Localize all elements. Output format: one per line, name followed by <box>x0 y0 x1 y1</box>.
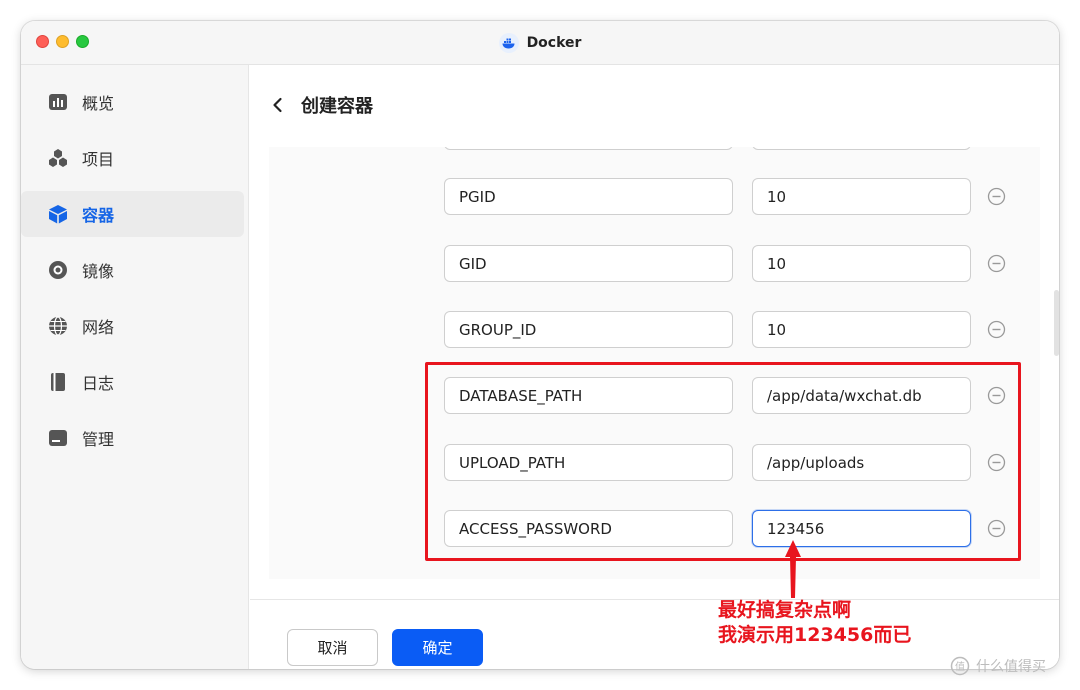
image-disc-icon <box>49 261 67 279</box>
env-row: DATABASE_PATH /app/data/wxchat.db <box>269 377 1040 414</box>
env-key-input[interactable]: GROUP_ID <box>444 311 733 348</box>
annotation-line-1: 最好搞复杂点啊 <box>718 599 852 621</box>
sidebar-item-overview[interactable]: 概览 <box>21 79 244 125</box>
annotation-line-2: 我演示用123456而已 <box>718 624 912 646</box>
chevron-left-icon[interactable] <box>269 96 287 114</box>
env-variables-list[interactable]: PGID 10 GID 10 GROUP_ID 10 DATABASE_PATH… <box>269 147 1040 579</box>
sidebar: 概览 项目 容器 镜像 网络 日志 管理 <box>21 65 249 669</box>
log-book-icon <box>51 373 65 391</box>
manage-drive-icon <box>49 430 67 446</box>
app-title-text: Docker <box>526 35 582 51</box>
page-header: 创建容器 <box>250 65 1059 145</box>
partial-value-field[interactable] <box>752 147 971 150</box>
overview-chart-icon <box>49 94 67 110</box>
sidebar-item-image[interactable]: 镜像 <box>21 247 244 293</box>
remove-circle-icon[interactable] <box>987 519 1006 538</box>
annotation-arrow-icon <box>785 540 801 598</box>
env-row: GID 10 <box>269 245 1040 282</box>
remove-circle-icon[interactable] <box>987 320 1006 339</box>
watermark: 值 什么值得买 <box>950 656 1046 676</box>
env-row: ACCESS_PASSWORD 123456 <box>269 510 1040 547</box>
sidebar-item-manage[interactable]: 管理 <box>21 415 244 461</box>
project-cubes-icon <box>49 149 67 167</box>
partial-key-field[interactable] <box>444 147 733 150</box>
sidebar-item-label: 网络 <box>82 318 115 337</box>
remove-circle-icon[interactable] <box>987 386 1006 405</box>
svg-text:值: 值 <box>955 660 965 673</box>
smzdm-logo-icon: 值 <box>950 656 970 676</box>
env-key-input[interactable]: PGID <box>444 178 733 215</box>
env-value-input[interactable]: 10 <box>752 245 971 282</box>
sidebar-item-container[interactable]: 容器 <box>21 191 244 237</box>
docker-whale-icon <box>498 33 519 53</box>
sidebar-item-log[interactable]: 日志 <box>21 359 244 405</box>
remove-circle-icon[interactable] <box>987 187 1006 206</box>
confirm-button[interactable]: 确定 <box>392 629 483 666</box>
app-title: Docker <box>21 21 1059 65</box>
env-row: GROUP_ID 10 <box>269 311 1040 348</box>
scrollbar-thumb[interactable] <box>1054 290 1059 356</box>
sidebar-item-label: 镜像 <box>82 262 115 281</box>
footer-bar: 取消 确定 <box>250 599 1059 669</box>
env-value-input[interactable]: 10 <box>752 311 971 348</box>
sidebar-item-label: 项目 <box>82 150 115 169</box>
env-value-input[interactable]: /app/uploads <box>752 444 971 481</box>
remove-circle-icon[interactable] <box>987 453 1006 472</box>
env-row: UPLOAD_PATH /app/uploads <box>269 444 1040 481</box>
sidebar-item-network[interactable]: 网络 <box>21 303 244 349</box>
titlebar: Docker <box>21 21 1059 65</box>
container-box-icon <box>49 205 67 224</box>
network-globe-icon <box>49 316 67 336</box>
env-row: PGID 10 <box>269 178 1040 215</box>
cancel-button[interactable]: 取消 <box>287 629 378 666</box>
env-key-input[interactable]: UPLOAD_PATH <box>444 444 733 481</box>
sidebar-item-label: 容器 <box>82 206 115 225</box>
env-key-input[interactable]: GID <box>444 245 733 282</box>
main-content: 创建容器 PGID 10 GID 10 GROUP_ID 10 DATABASE… <box>250 65 1059 669</box>
docker-window: Docker 概览 项目 容器 镜像 网络 日志 管理 创建容器 PGID 10… <box>21 21 1059 669</box>
sidebar-item-label: 概览 <box>82 94 115 113</box>
remove-circle-icon[interactable] <box>987 254 1006 273</box>
watermark-text: 什么值得买 <box>976 659 1046 675</box>
sidebar-item-label: 日志 <box>82 374 115 393</box>
annotation-text: 最好搞复杂点啊 我演示用123456而已 <box>718 598 911 648</box>
env-value-input[interactable]: 10 <box>752 178 971 215</box>
env-key-input[interactable]: DATABASE_PATH <box>444 377 733 414</box>
page-title: 创建容器 <box>301 96 373 117</box>
sidebar-item-label: 管理 <box>82 430 115 449</box>
sidebar-item-project[interactable]: 项目 <box>21 135 244 181</box>
env-value-input[interactable]: /app/data/wxchat.db <box>752 377 971 414</box>
env-key-input[interactable]: ACCESS_PASSWORD <box>444 510 733 547</box>
